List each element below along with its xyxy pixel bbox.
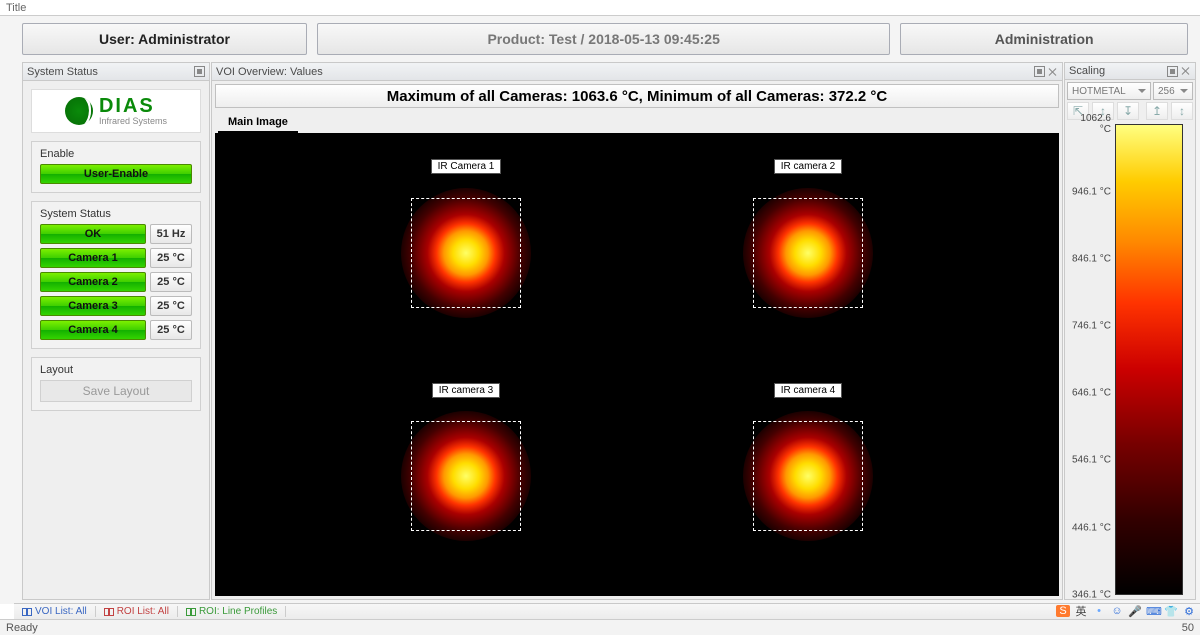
status-hz-value: 51 Hz <box>150 224 192 244</box>
scaling-panel: Scaling HOTMETAL 256 ⇱ ↕ ↧ ↥ ↕ <box>1064 62 1196 600</box>
logo-brand: DIAS <box>99 95 155 117</box>
camera-3-roi[interactable] <box>411 421 521 531</box>
scale-tool-3[interactable]: ↧ <box>1117 102 1139 120</box>
colorbar-area: 1062.6 °C 946.1 °C 846.1 °C 746.1 °C 646… <box>1067 124 1193 595</box>
grid-icon <box>22 608 32 616</box>
camera-view-3[interactable]: IR camera 3 <box>295 365 637 589</box>
camera-4-roi[interactable] <box>753 421 863 531</box>
levels-select[interactable]: 256 <box>1153 82 1193 100</box>
window-title: Title <box>6 2 26 14</box>
tray-mic-icon[interactable]: 🎤 <box>1128 605 1142 618</box>
system-status-title: System Status <box>27 66 98 78</box>
main-area: System Status DIAS Infrared Systems Enab… <box>0 62 1200 604</box>
user-button[interactable]: User: Administrator <box>22 23 307 55</box>
system-status-header[interactable]: System Status <box>23 63 209 81</box>
pin-icon[interactable] <box>1167 66 1178 77</box>
system-tray: S 英 • ☺ 🎤 ⌨ 👕 ⚙ <box>1056 603 1196 619</box>
colorbar-tick: 846.1 °C <box>1067 254 1111 265</box>
camera-4-label: IR camera 4 <box>774 383 842 398</box>
layout-title: Layout <box>40 364 192 376</box>
camera-summary-bar: Maximum of all Cameras: 1063.6 °C, Minim… <box>215 84 1059 108</box>
ime-indicator-icon[interactable]: S <box>1056 605 1070 617</box>
camera-3-label: IR camera 3 <box>432 383 500 398</box>
product-button[interactable]: Product: Test / 2018-05-13 09:45:25 <box>317 23 890 55</box>
colorbar-tick: 546.1 °C <box>1067 455 1111 466</box>
close-icon[interactable] <box>1048 67 1058 77</box>
colorbar-tick: 346.1 °C <box>1067 590 1111 601</box>
tray-keyboard-icon[interactable]: ⌨ <box>1146 605 1160 618</box>
colorbar-tick: 746.1 °C <box>1067 321 1111 332</box>
tray-shirt-icon[interactable]: 👕 <box>1164 605 1178 618</box>
tray-settings-icon[interactable]: ⚙ <box>1182 605 1196 618</box>
tab-roi-line-profiles[interactable]: ROI: Line Profiles <box>178 606 286 617</box>
colorbar-tick: 446.1 °C <box>1067 522 1111 533</box>
scaling-header[interactable]: Scaling <box>1065 63 1195 80</box>
status-right: 50 <box>1182 622 1194 634</box>
brand-logo: DIAS Infrared Systems <box>31 89 201 133</box>
status-camera3-button[interactable]: Camera 3 <box>40 296 146 316</box>
voi-overview-title: VOI Overview: Values <box>216 66 323 78</box>
status-camera2-temp: 25 °C <box>150 272 192 292</box>
colorbar-tick: 946.1 °C <box>1067 186 1111 197</box>
grid-icon <box>186 608 196 616</box>
window-title-bar: Title <box>0 0 1200 16</box>
image-tab-strip: Main Image <box>212 108 1062 133</box>
camera-view-1[interactable]: IR Camera 1 <box>295 141 637 365</box>
tray-face-icon[interactable]: ☺ <box>1110 605 1124 617</box>
close-icon[interactable] <box>1181 66 1191 76</box>
system-status-group: System Status OK 51 Hz Camera 1 25 °C Ca… <box>31 201 201 349</box>
voi-overview-panel: VOI Overview: Values Maximum of all Came… <box>211 62 1063 600</box>
tray-icon[interactable]: • <box>1092 605 1106 617</box>
scale-tool-5[interactable]: ↕ <box>1171 102 1193 120</box>
ime-lang-icon[interactable]: 英 <box>1074 603 1088 619</box>
status-camera4-button[interactable]: Camera 4 <box>40 320 146 340</box>
status-camera1-button[interactable]: Camera 1 <box>40 248 146 268</box>
pin-icon[interactable] <box>1034 66 1045 77</box>
status-camera2-button[interactable]: Camera 2 <box>40 272 146 292</box>
camera-view-4[interactable]: IR camera 4 <box>637 365 979 589</box>
tab-voi-list[interactable]: VOI List: All <box>14 606 96 617</box>
enable-group: Enable User-Enable <box>31 141 201 193</box>
pin-icon[interactable] <box>194 66 205 77</box>
scaling-title: Scaling <box>1069 65 1105 77</box>
bottom-tab-strip: VOI List: All ROI List: All ROI: Line Pr… <box>14 603 1200 619</box>
voi-overview-header[interactable]: VOI Overview: Values <box>212 63 1062 81</box>
system-status-group-title: System Status <box>40 208 192 220</box>
tab-roi-list[interactable]: ROI List: All <box>96 606 178 617</box>
camera-view-2[interactable]: IR camera 2 <box>637 141 979 365</box>
colorbar-tick: 1062.6 °C <box>1067 113 1111 135</box>
camera-2-label: IR camera 2 <box>774 159 842 174</box>
ir-stage[interactable]: IR Camera 1 IR camera 2 IR camera 3 <box>215 133 1059 596</box>
colorbar[interactable] <box>1115 124 1183 595</box>
status-left: Ready <box>6 622 38 634</box>
colorbar-tick: 646.1 °C <box>1067 388 1111 399</box>
scale-tool-4[interactable]: ↥ <box>1146 102 1168 120</box>
logo-mark-icon <box>65 97 93 125</box>
app-frame: User: Administrator Product: Test / 2018… <box>0 16 1200 604</box>
administration-button[interactable]: Administration <box>900 23 1188 55</box>
user-enable-button[interactable]: User-Enable <box>40 164 192 184</box>
status-camera3-temp: 25 °C <box>150 296 192 316</box>
status-camera1-temp: 25 °C <box>150 248 192 268</box>
camera-1-roi[interactable] <box>411 198 521 308</box>
enable-title: Enable <box>40 148 192 160</box>
status-bar: Ready 50 <box>0 619 1200 635</box>
save-layout-button[interactable]: Save Layout <box>40 380 192 402</box>
camera-1-label: IR Camera 1 <box>431 159 502 174</box>
grid-icon <box>104 608 114 616</box>
tab-main-image[interactable]: Main Image <box>218 113 298 133</box>
top-toolbar: User: Administrator Product: Test / 2018… <box>0 16 1200 62</box>
status-ok-button[interactable]: OK <box>40 224 146 244</box>
camera-2-roi[interactable] <box>753 198 863 308</box>
logo-tagline: Infrared Systems <box>99 116 167 126</box>
system-status-panel: System Status DIAS Infrared Systems Enab… <box>22 62 210 600</box>
layout-group: Layout Save Layout <box>31 357 201 411</box>
status-camera4-temp: 25 °C <box>150 320 192 340</box>
palette-select[interactable]: HOTMETAL <box>1067 82 1151 100</box>
